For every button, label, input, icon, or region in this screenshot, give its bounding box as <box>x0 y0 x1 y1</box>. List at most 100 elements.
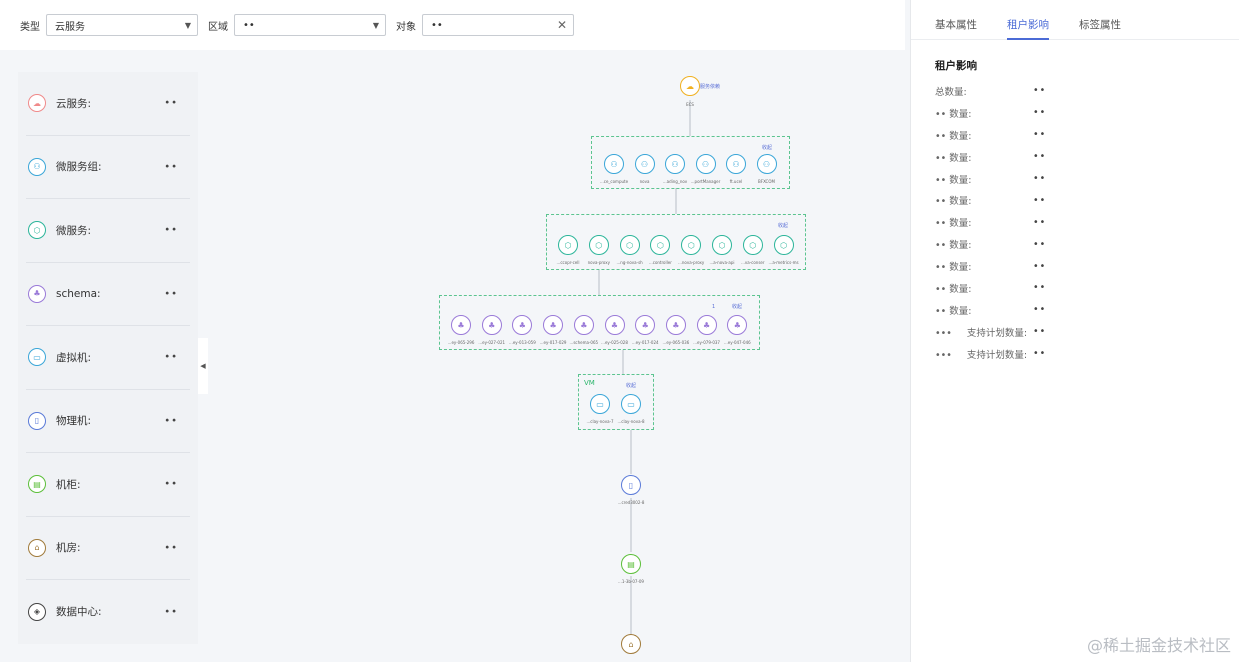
microservice-node[interactable]: ⬡ <box>558 235 578 255</box>
node-label: ...1-3b-07-09 <box>618 579 644 584</box>
schema-node[interactable]: ♣ <box>573 315 594 335</box>
datacenter-room-icon: ⌂ <box>28 538 46 557</box>
impact-row: •• 数量: •• <box>935 299 1215 321</box>
region-select-value: •• <box>243 19 255 31</box>
microservice-node[interactable]: ⬡ <box>619 235 640 255</box>
tab-1[interactable]: 租户影响 <box>1007 0 1049 40</box>
summary-label: 机柜: <box>56 478 81 491</box>
collapse-group-link[interactable]: 收起 <box>778 222 788 229</box>
cloud-icon: ☁ <box>28 94 46 113</box>
cloud-service-node[interactable]: ☁ <box>680 76 700 96</box>
region-label: 区域 <box>208 21 228 33</box>
summary-row[interactable]: ▯ 物理机: •• <box>26 390 190 453</box>
summary-row[interactable]: ⬡ 微服务: •• <box>26 199 190 263</box>
node-label: ...ce_compute <box>599 179 629 184</box>
rack-node[interactable]: ▤ <box>621 554 641 574</box>
summary-value: •• <box>164 97 178 109</box>
object-select[interactable]: •• ✕ <box>422 14 574 36</box>
vm-node[interactable]: ▭ <box>621 394 641 414</box>
tab-2[interactable]: 标签属性 <box>1079 0 1121 40</box>
node-label: ...ey-065-296 <box>447 340 475 345</box>
node-label: ...a-metrics-ms <box>768 260 799 265</box>
schema-node[interactable]: ♣ <box>604 315 625 335</box>
topology-links <box>598 100 691 634</box>
node-label: ...clay-nova-8 <box>617 419 645 424</box>
object-select-value: •• <box>431 19 443 31</box>
impact-value: •• <box>1033 129 1047 141</box>
node-label: ...a-nova-api <box>709 260 735 265</box>
microservice-group-node[interactable]: ⚇ <box>634 154 655 174</box>
node-label: ...ey-027-021 <box>478 340 506 345</box>
impact-value: •• <box>1033 348 1047 360</box>
impact-label: •• 数量: <box>935 218 972 230</box>
impact-label: •• 数量: <box>935 283 972 295</box>
microservice-icon: ⬡ <box>28 221 46 240</box>
filter-bar: 类型 云服务 ▼ 区域 •• ▼ 对象 •• ✕ <box>0 0 905 50</box>
schema-node[interactable]: ♣ <box>696 315 717 335</box>
node-label: ...ey-079-037 <box>693 340 720 345</box>
schema-node[interactable]: ♣ <box>543 315 564 335</box>
collapse-group-link[interactable]: 收起 <box>626 382 636 389</box>
microservice-group-node[interactable]: ⚇ <box>756 154 777 174</box>
impact-row: •• 数量: •• <box>935 255 1215 277</box>
page-counter[interactable]: 1 <box>712 304 715 310</box>
microservice-node[interactable]: ⬡ <box>588 235 609 255</box>
microservice-group-node[interactable]: ⚇ <box>604 154 624 174</box>
schema-node[interactable]: ♣ <box>451 315 471 335</box>
type-select-value: 云服务 <box>55 21 85 33</box>
schema-node[interactable]: ♣ <box>481 315 502 335</box>
vm-icon: ▭ <box>28 348 46 367</box>
summary-value: •• <box>164 542 178 554</box>
impact-label: 总数量: <box>935 86 967 98</box>
node-label: ...controller <box>648 260 672 265</box>
node-label: ...schema-065 <box>569 340 599 345</box>
collapse-group-link[interactable]: 收起 <box>732 303 742 310</box>
rack-icon: ▤ <box>28 475 46 494</box>
impact-row: •• 数量: •• <box>935 102 1215 124</box>
physical-machine-node[interactable]: ▯ <box>621 475 641 495</box>
summary-row[interactable]: ☁ 云服务: •• <box>26 72 190 136</box>
root-dependency-label: 服务依赖 <box>700 84 721 90</box>
room-node[interactable]: ⌂ <box>621 634 641 654</box>
impact-row: •• 数量: •• <box>935 211 1215 233</box>
type-select[interactable]: 云服务 ▼ <box>46 14 198 36</box>
summary-value: •• <box>164 288 178 300</box>
microservice-group-node[interactable]: ⚇ <box>695 154 716 174</box>
tab-0[interactable]: 基本属性 <box>935 0 977 40</box>
node-label: nova <box>639 179 650 184</box>
microservice-group-icon: ⚇ <box>28 157 46 176</box>
topology-canvas[interactable]: ☁ 服务依赖 ECS 收起 ⚇ ...ce_compute ⚇ nova ⚇ ...ading_n… <box>210 52 905 662</box>
schema-node[interactable]: ♣ <box>665 315 686 335</box>
impact-value: •• <box>1033 260 1047 272</box>
microservice-group-node[interactable]: ⚇ <box>665 154 685 174</box>
node-label: ...ccopr-cell <box>556 260 580 265</box>
microservice-node[interactable]: ⬡ <box>742 235 763 255</box>
summary-row[interactable]: ◈ 数据中心: •• <box>26 580 190 644</box>
node-label: ...ng-nova-sh <box>616 260 643 265</box>
microservice-node[interactable]: ⬡ <box>712 235 732 255</box>
node-label: ...nova-proxy <box>678 260 705 265</box>
microservice-group-node[interactable]: ⚇ <box>726 154 746 174</box>
collapse-group-link[interactable]: 收起 <box>762 144 772 151</box>
impact-value: •• <box>1033 216 1047 228</box>
node-label: ...va-conser <box>741 260 765 265</box>
region-select[interactable]: •• ▼ <box>234 14 386 36</box>
impact-label: ••• 支持计划数量: <box>935 327 1028 339</box>
summary-row[interactable]: ♣ schema: •• <box>26 263 190 326</box>
summary-row[interactable]: ▤ 机柜: •• <box>26 453 190 517</box>
app-root: 类型 云服务 ▼ 区域 •• ▼ 对象 •• ✕ ☁ 云服务: •• ⚇ 微服务组: ••… <box>0 0 1239 662</box>
summary-row[interactable]: ▭ 虚拟机: •• <box>26 326 190 390</box>
node-label: ...cred3002-8 <box>617 500 645 505</box>
close-icon[interactable]: ✕ <box>557 18 567 32</box>
watermark: @稀土掘金技术社区 <box>1086 636 1231 655</box>
impact-label: •• 数量: <box>935 305 972 317</box>
impact-label: ••• 支持计划数量: <box>935 349 1028 361</box>
collapse-panel-button[interactable]: ◀ <box>198 338 208 394</box>
summary-row[interactable]: ⌂ 机房: •• <box>26 517 190 580</box>
node-label: ...clay-nova-7 <box>586 419 614 424</box>
microservice-node[interactable]: ⬡ <box>773 235 794 255</box>
impact-row: ••• 支持计划数量: •• <box>935 321 1215 343</box>
vm-node[interactable]: ▭ <box>590 394 610 414</box>
summary-row[interactable]: ⚇ 微服务组: •• <box>26 136 190 199</box>
node-label: ...ey-013-059 <box>509 340 536 345</box>
